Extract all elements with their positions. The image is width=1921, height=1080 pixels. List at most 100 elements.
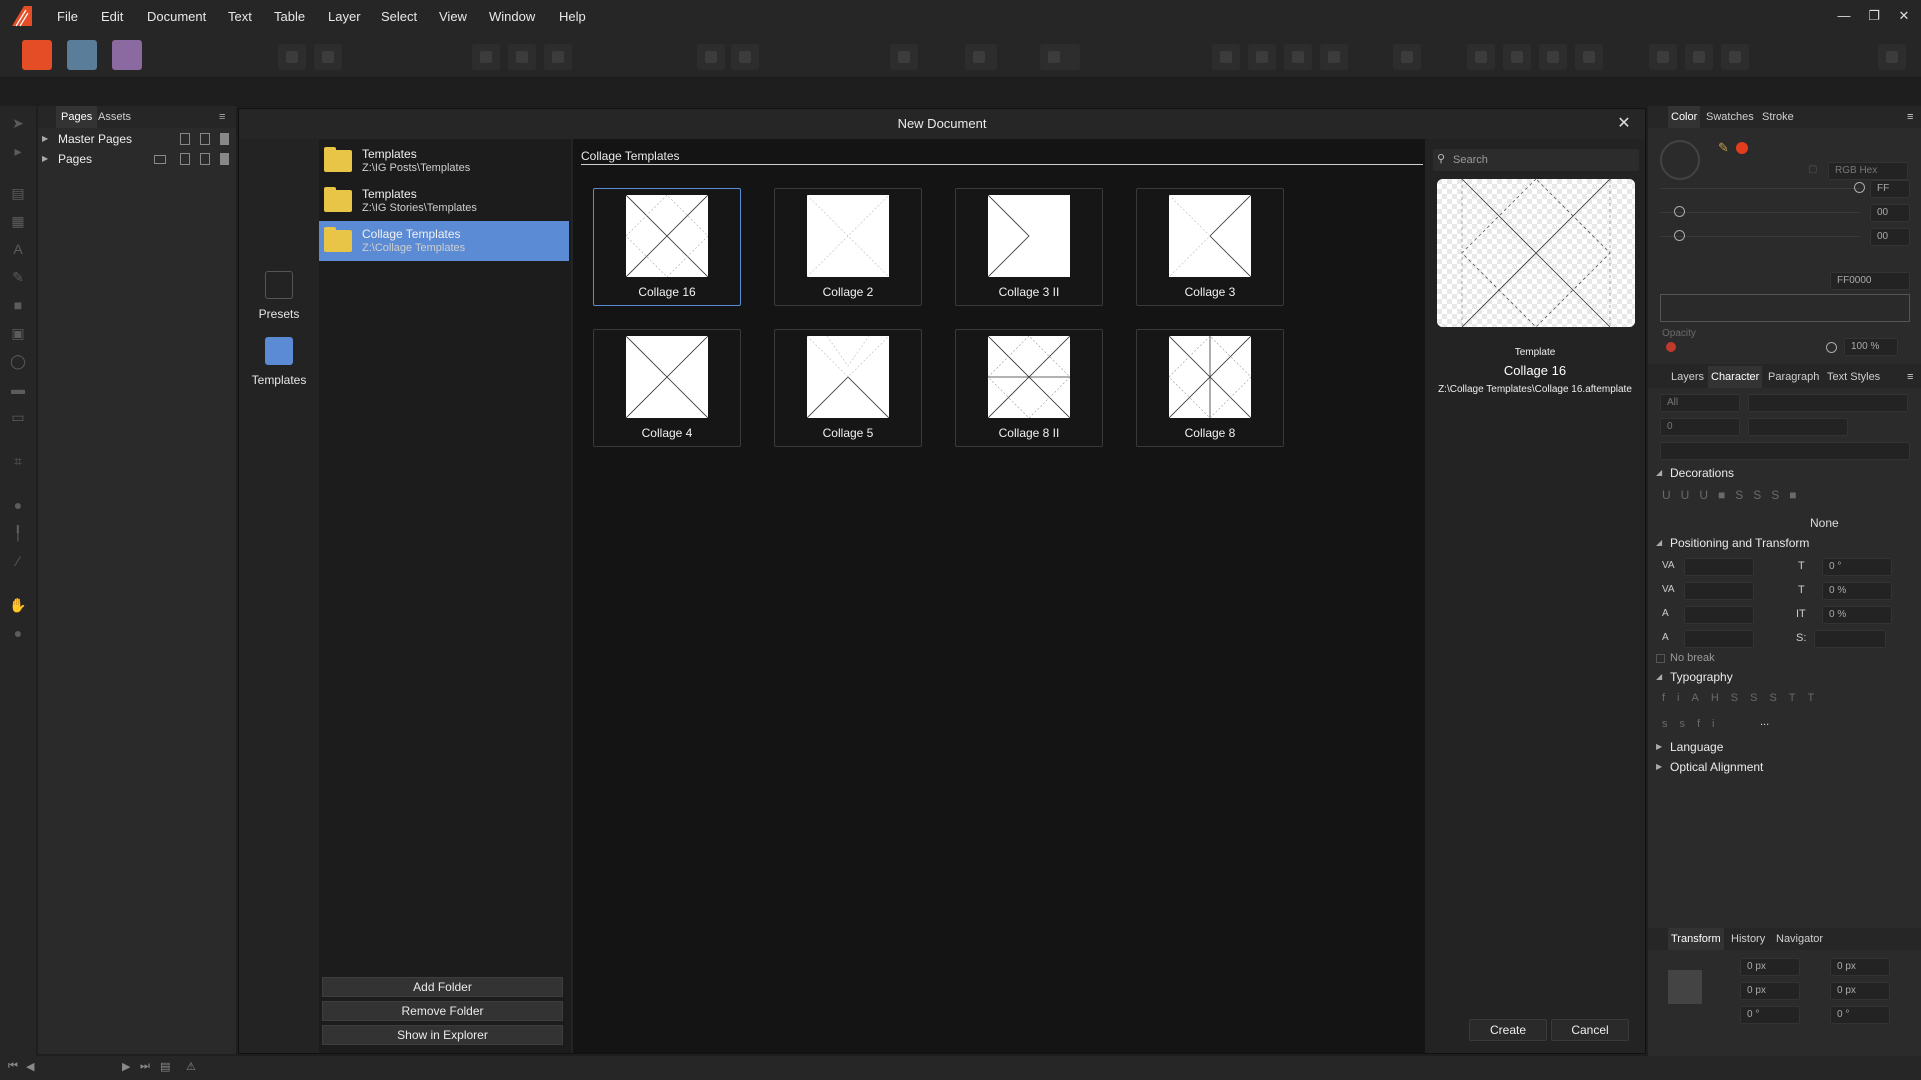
- optical-alignment-section[interactable]: Optical Alignment: [1670, 760, 1763, 774]
- toolbar-button[interactable]: [472, 44, 500, 70]
- tab-navigator[interactable]: Navigator: [1773, 928, 1826, 950]
- place-image-tool-icon[interactable]: ▬: [9, 380, 27, 398]
- g-value-field[interactable]: 00: [1870, 204, 1910, 222]
- menu-document[interactable]: Document: [147, 0, 206, 34]
- add-page-icon[interactable]: [180, 153, 190, 165]
- opacity-field[interactable]: 100 %: [1844, 338, 1898, 356]
- template-card[interactable]: Collage 3: [1136, 188, 1284, 306]
- toolbar-button[interactable]: [1721, 44, 1749, 70]
- menu-view[interactable]: View: [439, 0, 467, 34]
- publisher-persona-icon[interactable]: [22, 40, 52, 70]
- tracking-field[interactable]: [1684, 582, 1754, 600]
- r-value-field[interactable]: FF: [1870, 180, 1910, 198]
- leading-field[interactable]: [1684, 630, 1754, 648]
- toolbar-button[interactable]: [1284, 44, 1312, 70]
- collapse-triangle-icon[interactable]: ◢: [1656, 468, 1662, 477]
- page-view-icon[interactable]: ▤: [160, 1060, 170, 1073]
- minimize-icon[interactable]: —: [1834, 6, 1854, 26]
- search-input[interactable]: [1453, 152, 1633, 168]
- add-page-icon[interactable]: [180, 133, 190, 145]
- toolbar-button[interactable]: [1248, 44, 1276, 70]
- eyedropper-icon[interactable]: ✎: [1718, 140, 1729, 156]
- designer-persona-icon[interactable]: [67, 40, 97, 70]
- anchor-point-icon[interactable]: [1668, 970, 1702, 1004]
- first-page-icon[interactable]: ⏮: [8, 1060, 18, 1073]
- toolbar-button[interactable]: [1212, 44, 1240, 70]
- toolbar-button[interactable]: [731, 44, 759, 70]
- tab-color[interactable]: Color: [1668, 106, 1701, 128]
- node-tool-icon[interactable]: ▸: [9, 142, 27, 160]
- toolbar-button[interactable]: [890, 44, 918, 70]
- shape-tool-icon[interactable]: ▭: [9, 408, 27, 426]
- collapse-triangle-icon[interactable]: ◢: [1656, 538, 1662, 547]
- remove-folder-button[interactable]: Remove Folder: [322, 1001, 563, 1021]
- menu-layer[interactable]: Layer: [328, 0, 361, 34]
- delete-page-icon[interactable]: [220, 153, 229, 165]
- slider-handle[interactable]: [1826, 342, 1837, 353]
- baseline-field[interactable]: [1684, 606, 1754, 624]
- typography-section[interactable]: Typography: [1670, 670, 1733, 684]
- template-card[interactable]: Collage 5: [774, 329, 922, 447]
- toolbar-button[interactable]: [1040, 44, 1080, 70]
- menu-edit[interactable]: Edit: [101, 0, 123, 34]
- show-in-explorer-button[interactable]: Show in Explorer: [322, 1025, 563, 1045]
- user-account-icon[interactable]: [1878, 44, 1906, 70]
- last-page-icon[interactable]: ⏭: [140, 1060, 150, 1073]
- color-swatch[interactable]: [1736, 142, 1748, 154]
- search-box[interactable]: ⚲: [1433, 149, 1639, 171]
- pages-item[interactable]: Pages: [58, 152, 92, 166]
- slider-handle[interactable]: [1674, 206, 1685, 217]
- decoration-buttons[interactable]: UUU■SSS■: [1662, 488, 1807, 502]
- folder-item[interactable]: Templates Z:\IG Stories\Templates: [319, 181, 569, 221]
- photo-persona-icon[interactable]: [112, 40, 142, 70]
- tab-transform[interactable]: Transform: [1668, 928, 1724, 950]
- template-card[interactable]: Collage 4: [593, 329, 741, 447]
- rotation-field[interactable]: 0 °: [1740, 1006, 1800, 1024]
- template-card[interactable]: Collage 8 II: [955, 329, 1103, 447]
- tab-character[interactable]: Character: [1708, 366, 1763, 388]
- color-picker-tool-icon[interactable]: ⁄: [9, 552, 27, 570]
- toolbar-button[interactable]: [1393, 44, 1421, 70]
- expand-triangle-icon[interactable]: ▶: [42, 154, 48, 163]
- menu-file[interactable]: File: [57, 0, 78, 34]
- next-page-icon[interactable]: ▶: [122, 1060, 130, 1073]
- menu-help[interactable]: Help: [559, 0, 586, 34]
- font-size-field[interactable]: 0: [1660, 418, 1740, 436]
- zoom-tool-icon[interactable]: ●: [9, 624, 27, 642]
- r-slider[interactable]: [1660, 188, 1860, 189]
- menu-select[interactable]: Select: [381, 0, 417, 34]
- font-traits-select[interactable]: [1660, 442, 1910, 460]
- toolbar-button[interactable]: [1649, 44, 1677, 70]
- menu-table[interactable]: Table: [274, 0, 305, 34]
- g-slider[interactable]: [1660, 212, 1860, 213]
- vertical-scale-field[interactable]: 0 %: [1822, 582, 1892, 600]
- hex-field[interactable]: FF0000: [1830, 272, 1910, 290]
- shear-transform-field[interactable]: 0 °: [1830, 1006, 1890, 1024]
- toolbar-button[interactable]: [544, 44, 572, 70]
- close-icon[interactable]: ✕: [1615, 115, 1633, 133]
- expand-triangle-icon[interactable]: ▶: [1656, 742, 1662, 751]
- font-style-select[interactable]: [1748, 418, 1848, 436]
- toolbar-button[interactable]: [1539, 44, 1567, 70]
- picture-frame-tool-icon[interactable]: ▣: [9, 324, 27, 342]
- restore-icon[interactable]: ❐: [1864, 6, 1884, 26]
- templates-mode[interactable]: Templates: [243, 337, 315, 387]
- pen-tool-icon[interactable]: ✎: [9, 268, 27, 286]
- rectangle-tool-icon[interactable]: ■: [9, 296, 27, 314]
- tab-swatches[interactable]: Swatches: [1703, 106, 1757, 128]
- w-field[interactable]: 0 px: [1830, 958, 1890, 976]
- decoration-value[interactable]: None: [1810, 516, 1839, 530]
- expand-triangle-icon[interactable]: ▶: [1656, 762, 1662, 771]
- table-tool-icon[interactable]: ▦: [9, 212, 27, 230]
- decorations-section[interactable]: Decorations: [1670, 466, 1734, 480]
- no-break-checkbox[interactable]: [1656, 654, 1665, 663]
- tab-layers[interactable]: Layers: [1668, 366, 1707, 388]
- prev-page-icon[interactable]: ◀: [26, 1060, 34, 1073]
- toolbar-button[interactable]: [314, 44, 342, 70]
- more-typography-button[interactable]: ...: [1760, 716, 1769, 728]
- master-pages-item[interactable]: Master Pages: [58, 132, 132, 146]
- toolbar-button[interactable]: [1685, 44, 1713, 70]
- panel-menu-icon[interactable]: ≡: [1904, 366, 1916, 388]
- duplicate-page-icon[interactable]: [200, 133, 210, 145]
- panel-menu-icon[interactable]: ≡: [214, 106, 230, 128]
